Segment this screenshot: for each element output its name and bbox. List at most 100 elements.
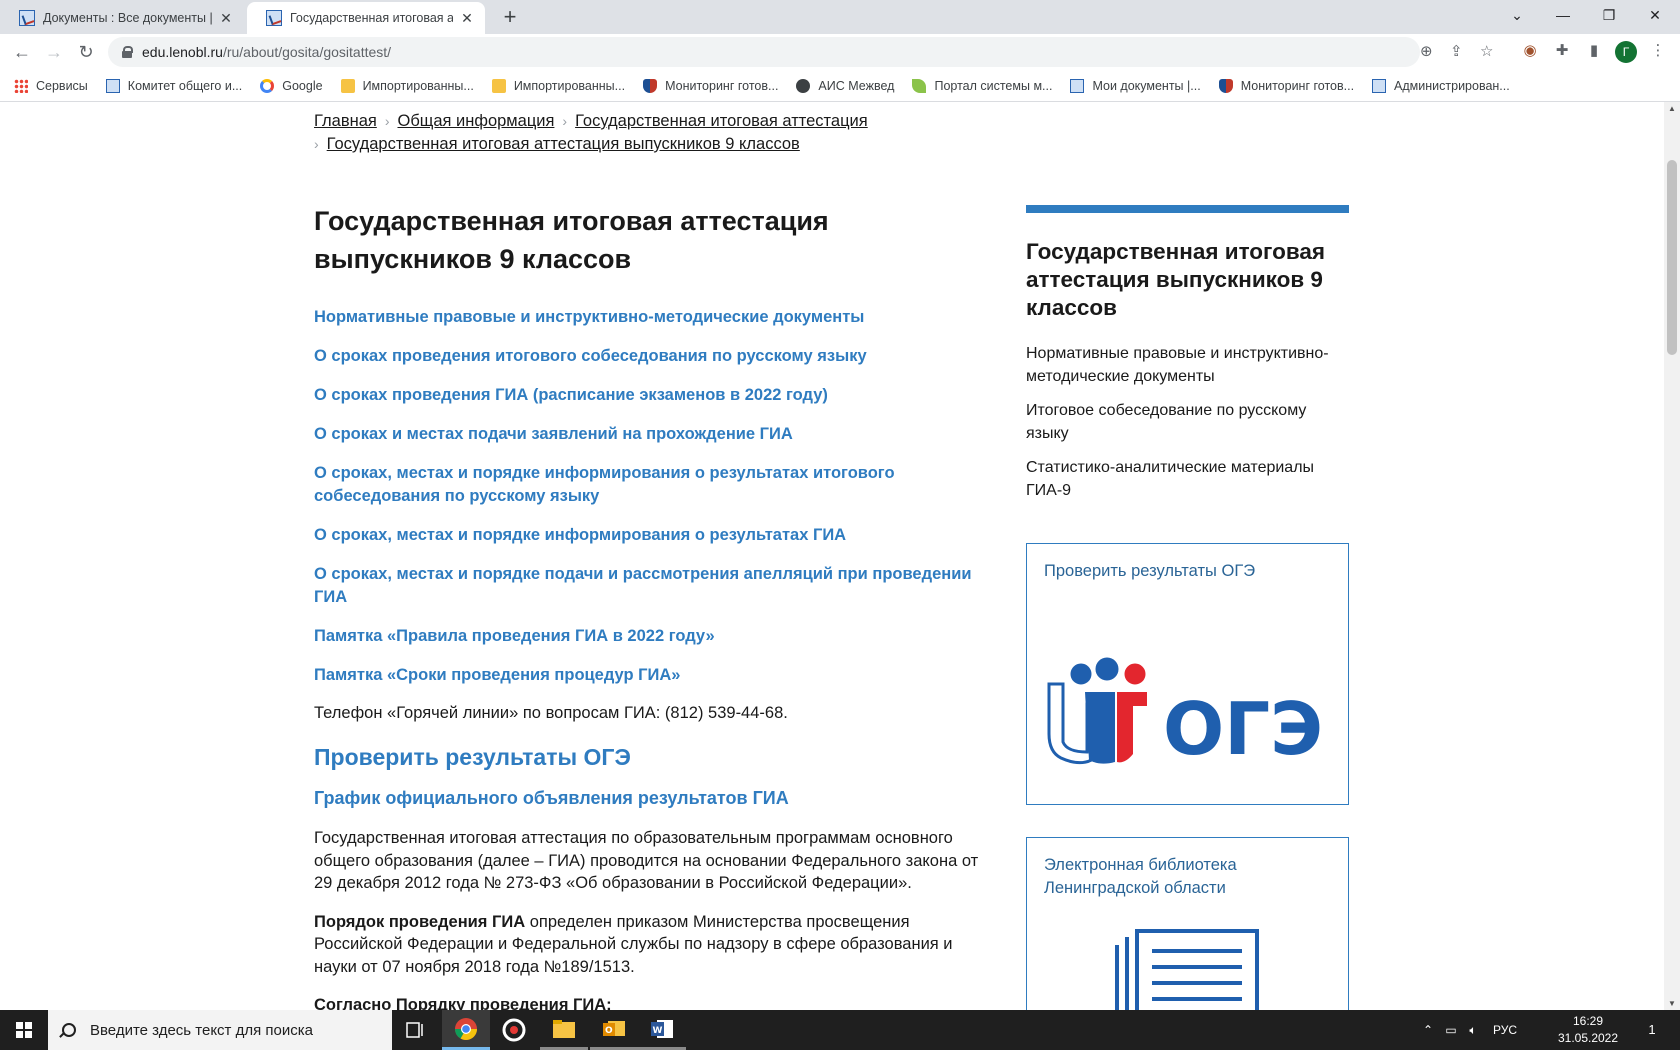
check-oge-card-title: Проверить результаты ОГЭ [1044,562,1256,580]
bookmark-admin[interactable]: Администрирован... [1372,78,1510,93]
site-icon [1372,78,1387,93]
tab-gia[interactable]: Государственная итоговая аттес ✕ [247,2,485,34]
chevron-right-icon: › [314,136,319,152]
check-oge-card[interactable]: Проверить результаты ОГЭ ОГЭ [1026,543,1349,805]
link-memo-rules[interactable]: Памятка «Правила проведения ГИА в 2022 г… [314,625,994,648]
link-gia-results-info[interactable]: О сроках, местах и порядке информировани… [314,524,994,547]
breadcrumb-gia-9[interactable]: Государственная итоговая аттестация выпу… [327,135,800,153]
taskbar-search[interactable]: Введите здесь текст для поиска [48,1010,392,1050]
sidebar-title: Государственная итоговая аттестация выпу… [1026,239,1326,320]
notification-count: 1 [1648,1022,1656,1037]
taskbar-search-placeholder: Введите здесь текст для поиска [90,1021,313,1039]
link-memo-dates[interactable]: Памятка «Сроки проведения процедур ГИА» [314,664,994,687]
bookmark-monitoring-2[interactable]: Мониторинг готов... [1218,78,1354,93]
apps-icon [14,78,28,93]
breadcrumb-gia[interactable]: Государственная итоговая аттестация [575,112,868,130]
sidebar: Государственная итоговая аттестация выпу… [1026,205,1349,1010]
reload-icon[interactable]: ↻ [72,38,100,66]
check-oge-results-link[interactable]: Проверить результаты ОГЭ [314,742,994,772]
bookmarks-bar: Сервисы Комитет общего и... Google Импор… [0,70,1680,102]
close-tab-icon[interactable]: ✕ [218,10,234,27]
link-normative-docs[interactable]: Нормативные правовые и инструктивно-мето… [314,306,994,329]
back-icon[interactable]: ← [8,38,36,66]
restore-icon[interactable]: ❐ [1586,0,1632,30]
chrome-taskbar-icon[interactable] [442,1010,490,1050]
bookmark-star-icon[interactable]: ☆ [1480,42,1493,60]
file-explorer-icon[interactable] [540,1010,588,1050]
page-scrollbar[interactable]: ▲ ▼ [1664,102,1680,1010]
menu-kebab-icon[interactable]: ⋮ [1648,41,1668,61]
page-title: Государственная итоговая аттестация выпу… [314,206,829,274]
profile-avatar[interactable]: Г [1615,41,1637,63]
site-favicon-icon [266,10,282,26]
extension-icon[interactable]: ◉ [1520,41,1540,61]
new-tab-icon[interactable]: + [498,3,522,31]
network-icon[interactable]: ▭ [1440,1010,1462,1050]
start-button[interactable] [0,1010,48,1050]
link-appeals[interactable]: О сроках, местах и порядке подачи и расс… [314,563,994,609]
share-icon[interactable]: ⇪ [1450,42,1463,60]
scroll-up-icon[interactable]: ▲ [1668,104,1676,113]
bookmark-services[interactable]: Сервисы [14,78,88,93]
puzzle-extensions-icon[interactable]: ✚ [1552,41,1572,61]
task-view-icon[interactable] [392,1010,440,1050]
tab-documents[interactable]: Документы : Все документы | Эл ✕ [0,2,244,34]
results-schedule-link[interactable]: График официального объявления результат… [314,785,994,811]
outlook-icon[interactable]: O [590,1010,638,1050]
intro-paragraph: Государственная итоговая аттестация по о… [314,829,979,892]
shield-icon [1218,78,1233,93]
according-heading: Согласно Порядку проведения ГИА: [314,996,612,1010]
sidebar-link-normative[interactable]: Нормативные правовые и инструктивно-мето… [1026,342,1349,388]
address-bar[interactable]: edu.lenobl.ru/ru/about/gosita/gositattes… [108,37,1493,67]
bookmark-ais[interactable]: АИС Межвед [796,78,894,93]
link-applications[interactable]: О сроках и местах подачи заявлений на пр… [314,423,994,446]
sidebar-link-statistics[interactable]: Статистико-аналитические материалы ГИА-9 [1026,456,1349,502]
bookmark-my-docs[interactable]: Мои документы |... [1070,78,1201,93]
link-gia-schedule[interactable]: О сроках проведения ГИА (расписание экза… [314,384,994,407]
hotline-phone: Телефон «Горячей линии» по вопросам ГИА:… [314,704,788,722]
link-interview-dates[interactable]: О сроках проведения итогового собеседова… [314,345,994,368]
chevron-right-icon: › [562,113,568,129]
scroll-down-icon[interactable]: ▼ [1668,999,1676,1008]
bookmark-imported-1[interactable]: Импортированны... [340,78,474,93]
bookmark-portal[interactable]: Портал системы м... [912,78,1052,93]
notifications-icon[interactable]: 1 [1634,1010,1670,1050]
e-library-card[interactable]: Электронная библиотека Ленинградской обл… [1026,837,1349,1010]
clock-time: 16:29 [1572,1014,1604,1028]
tray-chevron-up-icon[interactable]: ⌃ [1418,1010,1438,1050]
app-c-taskbar-icon[interactable] [490,1010,538,1050]
link-interview-results-info[interactable]: О сроках, местах и порядке информировани… [314,462,994,508]
language-indicator[interactable]: РУС [1488,1010,1522,1050]
document-links: Нормативные правовые и инструктивно-мето… [314,306,994,687]
folder-icon [340,78,355,93]
shield-icon [643,78,658,93]
minimize-icon[interactable]: — [1540,0,1586,30]
sidebar-link-interview[interactable]: Итоговое собеседование по русскому языку [1026,399,1349,445]
breadcrumb-general-info[interactable]: Общая информация [397,112,554,130]
site-favicon-icon [19,10,35,26]
browser-toolbar: ← → ↻ edu.lenobl.ru/ru/about/gosita/gosi… [0,34,1680,70]
document-icon [1115,929,1259,1010]
close-tab-icon[interactable]: ✕ [459,10,475,27]
volume-icon[interactable]: 🔈︎ [1462,1010,1484,1050]
side-panel-icon[interactable]: ▮ [1584,41,1604,61]
bookmark-google[interactable]: Google [260,78,323,93]
tab-title: Государственная итоговая аттес [290,11,453,25]
url-host: edu.lenobl.ru [142,44,223,60]
forward-icon[interactable]: → [40,38,68,66]
scrollbar-thumb[interactable] [1667,160,1677,355]
clock[interactable]: 16:29 31.05.2022 [1548,1013,1628,1047]
clock-date: 31.05.2022 [1557,1031,1619,1045]
bookmark-monitoring-1[interactable]: Мониторинг готов... [643,78,778,93]
zoom-icon[interactable]: ⊕ [1420,42,1433,60]
e-library-card-title: Электронная библиотека Ленинградской обл… [1044,856,1237,897]
bookmark-committee[interactable]: Комитет общего и... [105,78,242,93]
close-window-icon[interactable]: ✕ [1632,0,1678,30]
lock-icon[interactable] [122,46,133,58]
word-icon[interactable]: W [638,1010,686,1050]
bookmark-imported-2[interactable]: Импортированны... [491,78,625,93]
tab-search-chevron-icon[interactable]: ⌄ [1494,0,1540,30]
google-icon [260,78,275,93]
leaf-icon [912,78,927,93]
breadcrumb-home[interactable]: Главная [314,112,377,130]
